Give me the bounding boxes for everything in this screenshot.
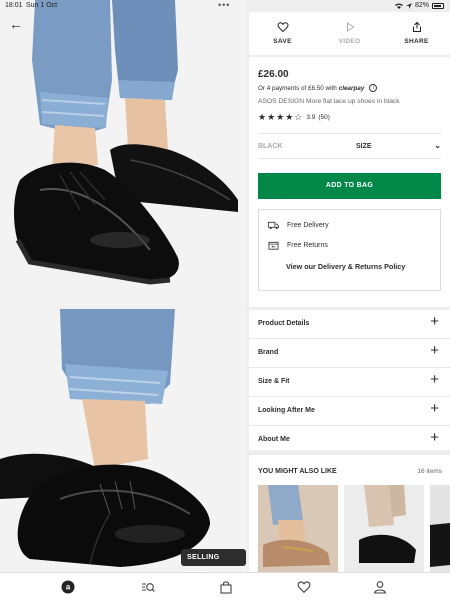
status-right: 82%	[394, 2, 444, 9]
clearpay-logo: clearpay	[338, 84, 365, 92]
recommendation-card[interactable]	[430, 485, 450, 572]
also-like-section: YOU MIGHT ALSO LIKE 16 items	[249, 455, 450, 572]
rating-stars-icon: ★★★★☆	[258, 112, 304, 122]
size-select[interactable]: SIZE	[356, 143, 372, 150]
plus-icon: +	[430, 400, 439, 417]
clearpay-line: Or 4 payments of £6.50 with clearpay i	[258, 84, 378, 92]
heart-icon	[276, 22, 289, 33]
save-label: SAVE	[273, 38, 292, 45]
app-root: { "status_bar": {"time": "18:01", "date"…	[0, 0, 450, 600]
add-to-bag-button[interactable]: ADD TO BAG	[258, 173, 441, 199]
accordion-label: Brand	[258, 349, 279, 356]
search-icon[interactable]	[141, 580, 155, 594]
wifi-icon	[394, 3, 403, 9]
svg-text:a: a	[66, 583, 71, 592]
accordion-product-details[interactable]: Product Details +	[249, 310, 450, 339]
product-name: ASOS DESIGN More flat lace up shoes in b…	[258, 98, 400, 105]
save-button[interactable]: SAVE	[249, 12, 316, 55]
product-photo-1[interactable]	[0, 0, 246, 306]
free-delivery-text: Free Delivery	[287, 222, 329, 229]
plus-icon: +	[430, 371, 439, 388]
bag-icon[interactable]	[219, 580, 233, 594]
free-returns-text: Free Returns	[287, 242, 328, 249]
account-icon[interactable]	[373, 580, 387, 594]
share-button[interactable]: SHARE	[383, 12, 450, 55]
accordion-label: Product Details	[258, 320, 310, 327]
return-box-icon	[268, 241, 279, 250]
location-icon	[405, 2, 412, 9]
chevron-down-icon[interactable]: ⌄	[434, 141, 441, 150]
share-label: SHARE	[404, 38, 429, 45]
battery-icon	[432, 2, 444, 9]
selling-fast-badge: SELLING FAST	[181, 549, 246, 578]
accordion-label: Looking After Me	[258, 407, 315, 414]
accordion-label: Size & Fit	[258, 378, 290, 385]
battery-percent: 82%	[414, 2, 429, 9]
back-arrow-icon[interactable]: ←	[9, 17, 23, 31]
product-photo-2[interactable]	[0, 309, 246, 572]
variant-selectors: BLACK SIZE ⌄	[258, 133, 441, 159]
delivery-box: Free Delivery Free Returns View our Deli…	[258, 209, 441, 291]
product-accordion: Product Details + Brand + Size & Fit + L…	[249, 310, 450, 450]
product-info-card: £26.00 Or 4 payments of £6.50 with clear…	[249, 57, 450, 307]
rating-value: 3.9	[306, 114, 316, 121]
accordion-brand[interactable]: Brand +	[249, 339, 450, 368]
bottom-nav: a	[0, 572, 450, 600]
delivery-policy-link[interactable]: View our Delivery & Returns Policy	[286, 262, 431, 272]
colour-label: BLACK	[258, 143, 283, 150]
status-date: Sun 1 Oct	[26, 2, 58, 9]
accordion-label: About Me	[258, 436, 290, 443]
multitask-dots-icon[interactable]: •••	[218, 0, 230, 10]
rating-row[interactable]: ★★★★☆ 3.9 (50)	[258, 112, 330, 123]
play-icon	[346, 22, 354, 32]
saved-heart-icon[interactable]	[297, 580, 311, 594]
plus-icon: +	[430, 313, 439, 330]
product-panel: SAVE VIDEO SHARE £26.00 Or 4 payments of…	[249, 12, 450, 572]
status-bar: 18:01 Sun 1 Oct ••• 82%	[0, 0, 450, 12]
plus-icon: +	[430, 342, 439, 359]
clearpay-text: Or 4 payments of £6.50 with	[258, 84, 337, 92]
free-returns-row: Free Returns	[268, 241, 328, 250]
accordion-size-fit[interactable]: Size & Fit +	[249, 368, 450, 397]
share-icon	[412, 21, 421, 32]
product-image-gallery[interactable]: ← SELLING FAST	[0, 0, 246, 578]
video-button[interactable]: VIDEO	[316, 12, 383, 55]
also-like-title: YOU MIGHT ALSO LIKE	[258, 468, 337, 475]
video-label: VIDEO	[338, 38, 361, 45]
info-icon[interactable]: i	[369, 84, 378, 92]
plus-icon: +	[430, 429, 439, 446]
free-delivery-row: Free Delivery	[268, 221, 329, 230]
review-count: (50)	[318, 114, 330, 121]
truck-icon	[268, 221, 279, 230]
accordion-about-me[interactable]: About Me +	[249, 426, 450, 455]
recommendation-card[interactable]	[344, 485, 424, 572]
asos-home-icon[interactable]: a	[61, 580, 75, 594]
action-bar: SAVE VIDEO SHARE	[249, 12, 450, 55]
accordion-looking-after-me[interactable]: Looking After Me +	[249, 397, 450, 426]
recommendation-card[interactable]	[258, 485, 338, 572]
also-like-count: 16 items	[417, 468, 442, 475]
status-time: 18:01	[5, 2, 23, 9]
product-price: £26.00	[258, 69, 289, 80]
